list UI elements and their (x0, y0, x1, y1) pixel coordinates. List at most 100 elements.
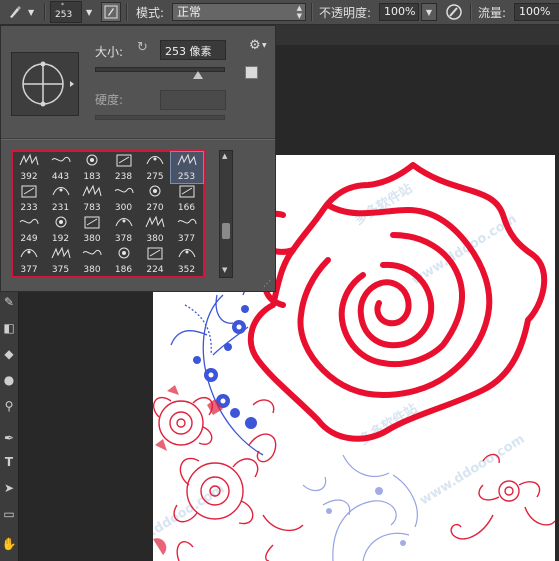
brush-preset-item[interactable]: 270 (139, 183, 171, 214)
brush-preset-picker-panel: 大小: ↻ 253 像素 ⚙ ▼ 硬度: 392 443 183 238 275 253 2… (0, 25, 276, 292)
brush-thumbnail-icon (81, 153, 103, 168)
brush-preset-item[interactable]: 375 (45, 245, 77, 276)
brush-preset-item[interactable]: 377 (13, 245, 45, 276)
brush-preset-item[interactable]: 224 (139, 245, 171, 276)
arrow-cursor-icon: ➤ (3, 481, 15, 495)
scroll-down-icon[interactable]: ▼ (222, 266, 227, 274)
opacity-value: 100% (384, 5, 416, 18)
type-tool-button[interactable]: T (1, 454, 17, 470)
brush-size-label: 392 (20, 172, 38, 182)
brush-thumbnail-icon (113, 215, 135, 230)
brush-size-label: 377 (177, 234, 196, 244)
brush-thumbnail-icon (18, 246, 40, 261)
brush-preset-item[interactable]: 275 (139, 152, 171, 183)
brush-thumbnail-icon (176, 215, 198, 230)
brush-size-value: 253 (55, 10, 73, 20)
brush-thumbnail-icon (50, 153, 72, 168)
brush-preset-item[interactable]: 378 (108, 214, 140, 245)
brush-thumbnail-icon (144, 184, 166, 199)
document-tab-strip (276, 25, 559, 45)
brush-thumbnail-icon (144, 153, 166, 168)
brush-preset-item[interactable]: 253 (169, 151, 204, 184)
brush-preset-item[interactable]: 392 (13, 152, 45, 183)
toggle-brush-panel-button[interactable] (101, 0, 121, 24)
gear-icon[interactable]: ⚙ (249, 38, 261, 53)
pressure-opacity-icon (444, 2, 464, 22)
opacity-label: 不透明度: (319, 5, 372, 20)
resize-grip-icon[interactable]: ⋰ (263, 279, 271, 288)
brush-size-label: 378 (114, 234, 133, 244)
type-icon: T (4, 455, 14, 469)
chevron-updown-icon: ▲ ▼ (296, 4, 302, 20)
size-slider[interactable] (95, 67, 225, 79)
brush-thumbnail-icon (144, 215, 166, 230)
brush-thumbnail-icon (176, 184, 198, 199)
brush-preset-item[interactable]: 443 (45, 152, 77, 183)
brush-size-label: 300 (114, 203, 133, 213)
brush-preset-item[interactable]: 300 (108, 183, 140, 214)
brush-preset-item[interactable]: 192 (45, 214, 77, 245)
dodge-tool-button[interactable]: ⚲ (1, 398, 17, 414)
brush-preset-item[interactable]: 352 (171, 245, 203, 276)
brush-preset-item[interactable]: 380 (76, 214, 108, 245)
tool-preset-picker[interactable]: ▼ (4, 0, 34, 24)
new-preset-icon[interactable] (245, 66, 258, 79)
brush-preset-item[interactable]: 238 (108, 152, 140, 183)
opacity-field[interactable]: 100% ▼ (379, 0, 437, 24)
brush-thumbnail-icon (81, 246, 103, 261)
blur-tool-button[interactable]: ● (1, 372, 17, 388)
brush-list-scrollbar[interactable]: ▲ ▼ (219, 150, 233, 278)
mode-label: 模式: (136, 5, 165, 20)
tools-panel: ✎ ◧ ◆ ● ⚲ ✒ T ➤ ▭ ✋ (0, 292, 19, 561)
brush-preset-item[interactable]: 166 (171, 183, 203, 214)
size-input[interactable]: 253 像素 (160, 40, 226, 60)
brush-preset-item[interactable]: 380 (139, 214, 171, 245)
pressure-opacity-button[interactable] (444, 0, 464, 24)
rectangle-tool-button[interactable]: ▭ (1, 506, 17, 522)
brush-size-label: 166 (177, 203, 196, 213)
flow-value: 100% (519, 5, 551, 18)
mode-select[interactable]: 正常 ▲ ▼ (172, 0, 306, 24)
brush-preset-picker[interactable]: * 253 ▼ (50, 0, 92, 24)
brush-preset-item[interactable]: 783 (76, 183, 108, 214)
brush-preset-item[interactable]: 249 (13, 214, 45, 245)
brush-preset-item[interactable]: 183 (76, 152, 108, 183)
reset-size-icon[interactable]: ↻ (137, 41, 151, 55)
brush-tip-preview[interactable] (11, 52, 79, 116)
size-label: 大小: (95, 45, 124, 59)
brush-preset-item[interactable]: 186 (108, 245, 140, 276)
hand-icon: ✋ (1, 537, 17, 551)
brush-preset-item[interactable]: 380 (76, 245, 108, 276)
scroll-up-icon[interactable]: ▲ (222, 152, 227, 160)
brush-size-label: 231 (51, 203, 70, 213)
hand-tool-button[interactable]: ✋ (1, 536, 17, 552)
brush-preset-item[interactable]: 233 (13, 183, 45, 214)
pen-tool-button[interactable]: ✒ (1, 430, 17, 446)
brush-preset-item[interactable]: 377 (171, 214, 203, 245)
brush-tool-button[interactable]: ✎ (1, 294, 17, 310)
paint-bucket-tool-button[interactable]: ◆ (1, 346, 17, 362)
magnifier-icon: ⚲ (4, 399, 14, 413)
hardness-input (160, 90, 226, 110)
brush-preset-grid: 392 443 183 238 275 253 233 231 783 300 270 166 249 1… (11, 150, 205, 278)
brush-size-label: 183 (83, 172, 101, 182)
flow-field[interactable]: 100% (514, 0, 559, 24)
brush-thumbnail-icon (113, 246, 135, 261)
brush-thumbnail-icon (81, 184, 103, 199)
brush-thumbnail-icon (176, 246, 198, 261)
brush-thumbnail-icon (50, 246, 72, 261)
brush-size-label: 380 (83, 265, 101, 275)
brush-size-label: 443 (51, 172, 70, 182)
path-selection-tool-button[interactable]: ➤ (1, 480, 17, 496)
rectangle-icon: ▭ (3, 507, 15, 521)
opacity-dropdown-button[interactable]: ▼ (421, 3, 437, 21)
eraser-tool-button[interactable]: ◧ (1, 320, 17, 336)
brush-size-label: 224 (146, 265, 164, 275)
size-slider-thumb[interactable] (193, 71, 204, 79)
scrollbar-thumb[interactable] (222, 223, 230, 239)
brush-thumbnail-icon (144, 246, 166, 261)
brush-preset-item[interactable]: 231 (45, 183, 77, 214)
brush-thumbnail-icon (18, 215, 40, 230)
brush-thumbnail-icon (113, 184, 135, 199)
svg-text:www.ddooo.com: www.ddooo.com (417, 432, 527, 509)
